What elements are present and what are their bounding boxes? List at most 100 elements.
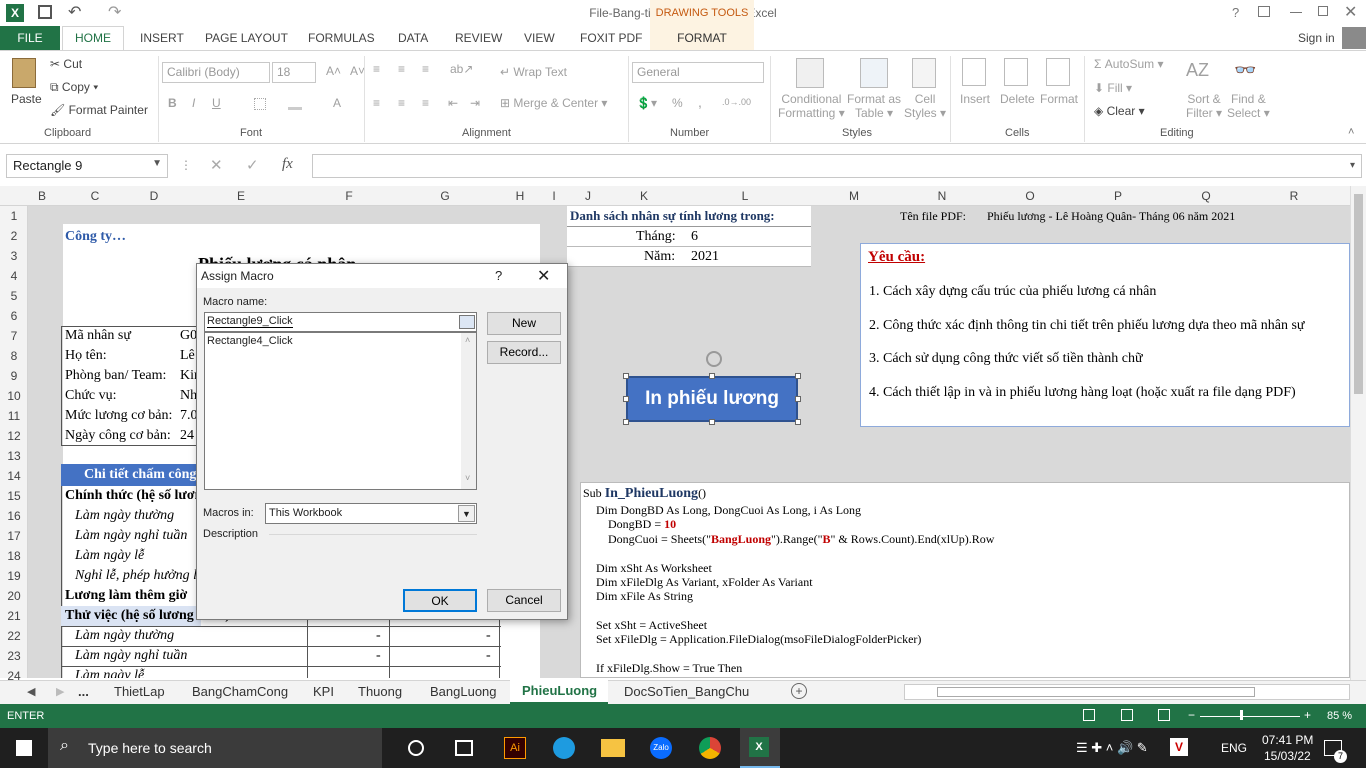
page-break-view-icon[interactable] [1158,709,1170,721]
resize-handle[interactable] [795,396,801,402]
row-header[interactable]: 21 [0,609,28,623]
font-size-box[interactable]: 18 [272,62,316,83]
scrollbar-thumb[interactable] [1354,194,1363,394]
sheet-tab[interactable]: BangLuong [430,684,497,699]
col-header[interactable]: N [898,189,986,203]
resize-handle[interactable] [709,373,715,379]
clock-time[interactable]: 07:41 PM [1262,733,1313,747]
row-header[interactable]: 17 [0,529,28,543]
fill-button[interactable]: ⬇ Fill ▾ [1094,81,1132,95]
row-header[interactable]: 23 [0,649,28,663]
zoom-in-icon[interactable]: + [1304,708,1311,722]
collapse-dialog-icon[interactable] [459,315,475,329]
tab-home[interactable]: HOME [62,26,124,51]
row-header[interactable]: 19 [0,569,28,583]
help-icon[interactable]: ? [1232,5,1239,20]
tab-page-layout[interactable]: PAGE LAYOUT [205,31,288,45]
sheet-tab[interactable]: ThietLap [114,684,165,699]
row-header[interactable]: 11 [0,409,28,423]
resize-handle[interactable] [623,396,629,402]
col-header[interactable]: R [1250,189,1338,203]
minimize-icon[interactable] [1290,12,1302,13]
cancel-icon[interactable]: ✕ [210,156,223,174]
resize-handle[interactable] [623,419,629,425]
borders-icon[interactable] [254,98,266,110]
account-avatar[interactable] [1342,27,1366,49]
tray-icons[interactable]: ☰ ✚ ˄ 🔊 ✎ [1076,740,1148,756]
resize-handle[interactable] [795,373,801,379]
sign-in-link[interactable]: Sign in [1298,31,1335,45]
file-explorer-icon[interactable] [601,739,625,757]
print-payslip-shape[interactable]: In phiếu lương [626,376,798,422]
col-header[interactable]: K [608,189,680,203]
scrollbar-thumb[interactable] [937,687,1255,697]
zoom-slider[interactable] [1200,716,1300,717]
row-header[interactable]: 8 [0,349,28,363]
resize-handle[interactable] [709,419,715,425]
page-layout-view-icon[interactable] [1121,709,1133,721]
zalo-icon[interactable]: Zalo [650,737,672,759]
tab-view[interactable]: VIEW [524,31,555,45]
delete-button[interactable]: Delete [1000,92,1035,106]
format-as-table-button[interactable]: Format as Table ▾ [847,92,901,120]
row-header[interactable]: 6 [0,309,28,323]
insert-function-icon[interactable]: fx [282,156,293,173]
task-view-icon[interactable] [455,740,473,756]
zoom-out-icon[interactable]: − [1188,708,1195,722]
decrease-indent-icon[interactable]: ⇤ [448,96,458,110]
tab-insert[interactable]: INSERT [140,31,184,45]
col-header[interactable]: B [28,189,56,203]
percent-button[interactable]: % [672,96,683,110]
list-item[interactable]: Rectangle4_Click [207,335,293,347]
resize-handle[interactable] [795,419,801,425]
excel-taskbar-item[interactable]: X [740,728,780,768]
format-button[interactable]: Format [1040,92,1078,106]
row-header[interactable]: 7 [0,329,28,343]
resize-handle[interactable] [623,373,629,379]
col-header[interactable]: O [986,189,1074,203]
language-indicator[interactable]: ENG [1221,741,1247,755]
col-header[interactable]: M [810,189,898,203]
col-header[interactable]: Q [1162,189,1250,203]
fill-color-icon[interactable] [288,98,302,110]
find-select-button[interactable]: Find & Select ▾ [1227,92,1270,120]
windows-start-icon[interactable] [16,740,32,756]
clear-button[interactable]: ◈ Clear ▾ [1094,104,1145,118]
list-scrollbar[interactable]: ˄ ˅ [461,333,476,489]
col-header[interactable]: C [56,189,134,203]
row-header[interactable]: 18 [0,549,28,563]
close-icon[interactable]: ✕ [1344,2,1357,22]
sheet-tab-active[interactable]: PhieuLuong [510,680,608,704]
zoom-level[interactable]: 85 % [1327,710,1352,722]
zoom-thumb[interactable] [1240,710,1243,720]
search-box[interactable]: ⌕ Type here to search [48,728,382,768]
col-header[interactable]: L [680,189,810,203]
col-header[interactable]: F [308,189,390,203]
row-header[interactable]: 16 [0,509,28,523]
row-header[interactable]: 4 [0,269,28,283]
sheet-tab[interactable]: Thuong [358,684,402,699]
insert-button[interactable]: Insert [960,92,990,106]
tab-formulas[interactable]: FORMULAS [308,31,375,45]
paste-icon[interactable] [12,58,36,88]
expand-formula-icon[interactable]: ▾ [1350,160,1355,171]
new-button[interactable]: New [487,312,561,335]
edge-icon[interactable] [553,737,575,759]
wrap-text-button[interactable]: ↵ Wrap Text [500,65,567,79]
row-header[interactable]: 13 [0,449,28,463]
align-bottom-icon[interactable]: ≡ [422,62,429,76]
col-header[interactable]: G [390,189,500,203]
accounting-format-icon[interactable]: 💲▾ [636,96,657,110]
grow-font-icon[interactable]: A˄ [326,64,341,78]
collapse-ribbon-icon[interactable]: ˄ [1348,126,1354,138]
merge-center-button[interactable]: ⊞ Merge & Center ▾ [500,96,607,110]
row-header[interactable]: 22 [0,629,28,643]
rotate-handle-icon[interactable] [706,351,722,367]
conditional-formatting-button[interactable]: Conditional Formatting ▾ [778,92,845,120]
col-header[interactable]: E [174,189,308,203]
align-right-icon[interactable]: ≡ [422,96,429,110]
col-header[interactable]: P [1074,189,1162,203]
align-middle-icon[interactable]: ≡ [398,62,405,76]
sort-filter-button[interactable]: Sort & Filter ▾ [1186,92,1222,120]
macros-in-select[interactable]: This Workbook ▼ [265,503,477,524]
